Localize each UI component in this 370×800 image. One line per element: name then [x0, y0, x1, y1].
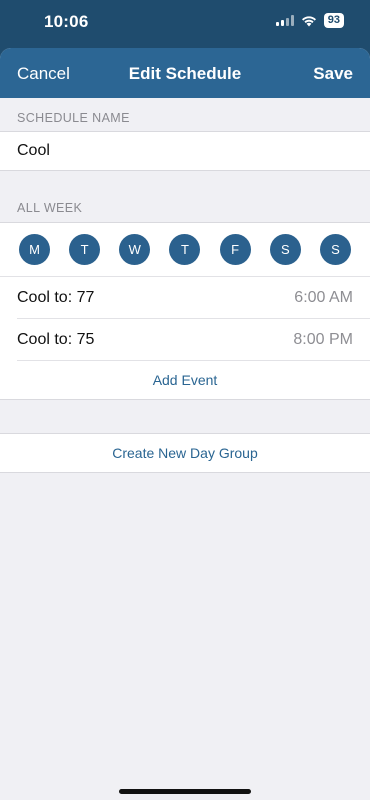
day-saturday[interactable]: S: [269, 234, 301, 265]
battery-icon: 93: [323, 13, 344, 28]
edit-schedule-sheet: Cancel Edit Schedule Save SCHEDULE NAME …: [0, 48, 370, 800]
schedule-name-header: SCHEDULE NAME: [17, 111, 130, 125]
event-row[interactable]: Cool to: 75 8:00 PM: [17, 319, 370, 361]
day-thursday[interactable]: T: [169, 234, 201, 265]
wifi-icon: [301, 15, 316, 26]
navigation-bar: Cancel Edit Schedule Save: [0, 48, 370, 98]
status-time: 10:06: [44, 12, 89, 31]
day-wednesday[interactable]: W: [119, 234, 151, 265]
day-tuesday[interactable]: T: [69, 234, 101, 265]
schedule-name-field[interactable]: Cool: [0, 132, 370, 170]
create-new-day-group-button[interactable]: Create New Day Group: [0, 434, 370, 472]
schedule-name-card: Cool: [0, 131, 370, 171]
event-label: Cool to: 77: [17, 288, 95, 306]
all-week-card: M T W T F S S Cool to: 77 6:00 AM Cool t…: [0, 222, 370, 400]
day-selector: M T W T F S S: [0, 223, 370, 277]
status-indicators: 93: [275, 13, 344, 28]
home-indicator[interactable]: [119, 789, 251, 794]
add-event-button[interactable]: Add Event: [0, 361, 370, 399]
day-monday[interactable]: M: [19, 234, 50, 265]
day-friday[interactable]: F: [219, 234, 251, 265]
all-week-header: ALL WEEK: [17, 201, 83, 215]
save-button[interactable]: Save: [313, 64, 353, 84]
new-day-group-card: Create New Day Group: [0, 433, 370, 473]
event-label: Cool to: 75: [17, 330, 95, 348]
event-time: 8:00 PM: [293, 330, 353, 348]
status-bar: 10:06 93: [0, 0, 370, 44]
event-time: 6:00 AM: [294, 288, 353, 306]
day-sunday[interactable]: S: [319, 234, 351, 265]
event-row[interactable]: Cool to: 77 6:00 AM: [17, 277, 370, 319]
cellular-signal-icon: [275, 15, 294, 26]
